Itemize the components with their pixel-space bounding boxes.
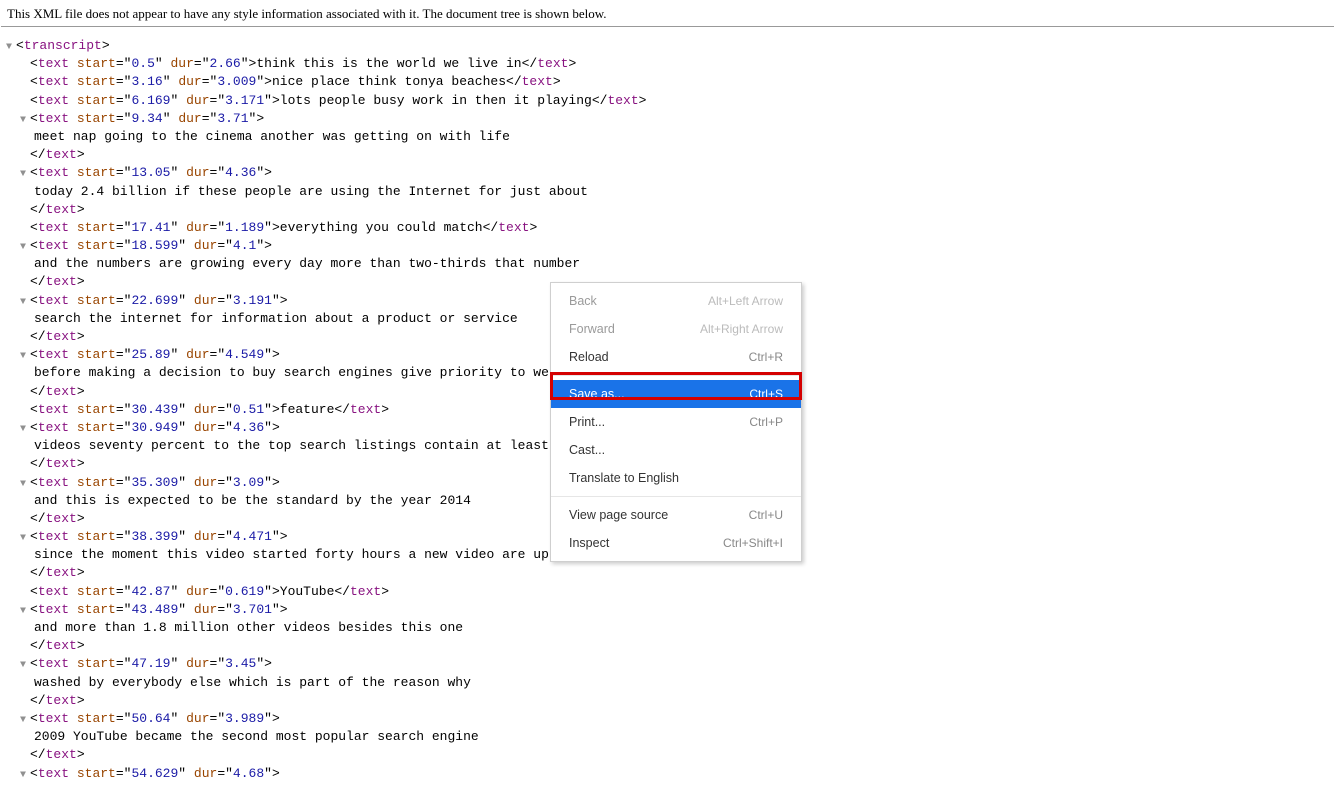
menu-item-forward: Forward Alt+Right Arrow: [551, 315, 801, 343]
menu-item-save-as[interactable]: Save as... Ctrl+S: [551, 380, 801, 408]
text-content: meet nap going to the cinema another was…: [6, 128, 1329, 146]
menu-label: Print...: [569, 415, 605, 429]
text-node-open[interactable]: ▼<text start="9.34" dur="3.71">: [6, 110, 1329, 128]
text-node-close: </text>: [6, 746, 1329, 764]
text-content: today 2.4 billion if these people are us…: [6, 183, 1329, 201]
menu-separator: [551, 375, 801, 376]
menu-label: Forward: [569, 322, 615, 336]
text-node-open[interactable]: ▼<text start="54.629" dur="4.68">: [6, 765, 1329, 783]
menu-label: Reload: [569, 350, 609, 364]
text-content: and the numbers are growing every day mo…: [6, 255, 1329, 273]
menu-separator: [551, 496, 801, 497]
menu-item-view-page-source[interactable]: View page source Ctrl+U: [551, 501, 801, 529]
text-node[interactable]: <text start="17.41" dur="1.189">everythi…: [6, 219, 1329, 237]
menu-item-reload[interactable]: Reload Ctrl+R: [551, 343, 801, 371]
menu-label: Cast...: [569, 443, 605, 457]
text-node-open[interactable]: ▼<text start="13.05" dur="4.36">: [6, 164, 1329, 182]
menu-item-cast[interactable]: Cast...: [551, 436, 801, 464]
menu-label: View page source: [569, 508, 668, 522]
menu-shortcut: Alt+Left Arrow: [708, 294, 783, 308]
menu-item-back: Back Alt+Left Arrow: [551, 287, 801, 315]
menu-label: Inspect: [569, 536, 609, 550]
text-node-close: </text>: [6, 692, 1329, 710]
text-node-open[interactable]: ▼<text start="43.489" dur="3.701">: [6, 601, 1329, 619]
menu-shortcut: Ctrl+Shift+I: [723, 536, 783, 550]
text-node[interactable]: <text start="3.16" dur="3.009">nice plac…: [6, 73, 1329, 91]
text-node-open[interactable]: ▼<text start="18.599" dur="4.1">: [6, 237, 1329, 255]
menu-label: Translate to English: [569, 471, 679, 485]
xml-root-open[interactable]: ▼<transcript>: [6, 37, 1329, 55]
text-content: and more than 1.8 million other videos b…: [6, 619, 1329, 637]
menu-shortcut: Ctrl+U: [749, 508, 783, 522]
menu-item-print[interactable]: Print... Ctrl+P: [551, 408, 801, 436]
text-node-close: </text>: [6, 201, 1329, 219]
text-node-open[interactable]: ▼<text start="47.19" dur="3.45">: [6, 655, 1329, 673]
menu-label: Save as...: [569, 387, 625, 401]
menu-shortcut: Ctrl+S: [749, 387, 783, 401]
menu-shortcut: Ctrl+P: [749, 415, 783, 429]
text-node[interactable]: <text start="0.5" dur="2.66">think this …: [6, 55, 1329, 73]
text-content: 2009 YouTube became the second most popu…: [6, 728, 1329, 746]
xml-notice: This XML file does not appear to have an…: [1, 2, 1334, 27]
menu-shortcut: Ctrl+R: [749, 350, 783, 364]
menu-shortcut: Alt+Right Arrow: [700, 322, 783, 336]
text-node-open[interactable]: ▼<text start="50.64" dur="3.989">: [6, 710, 1329, 728]
menu-item-inspect[interactable]: Inspect Ctrl+Shift+I: [551, 529, 801, 557]
text-node-close: </text>: [6, 146, 1329, 164]
menu-label: Back: [569, 294, 597, 308]
menu-item-translate-to-english[interactable]: Translate to English: [551, 464, 801, 492]
text-content: washed by everybody else which is part o…: [6, 674, 1329, 692]
text-node-close: </text>: [6, 637, 1329, 655]
text-node-close: </text>: [6, 564, 1329, 582]
text-node[interactable]: <text start="42.87" dur="0.619">YouTube<…: [6, 583, 1329, 601]
context-menu[interactable]: Back Alt+Left Arrow Forward Alt+Right Arrow…: [550, 282, 802, 562]
text-node[interactable]: <text start="6.169" dur="3.171">lots peo…: [6, 92, 1329, 110]
